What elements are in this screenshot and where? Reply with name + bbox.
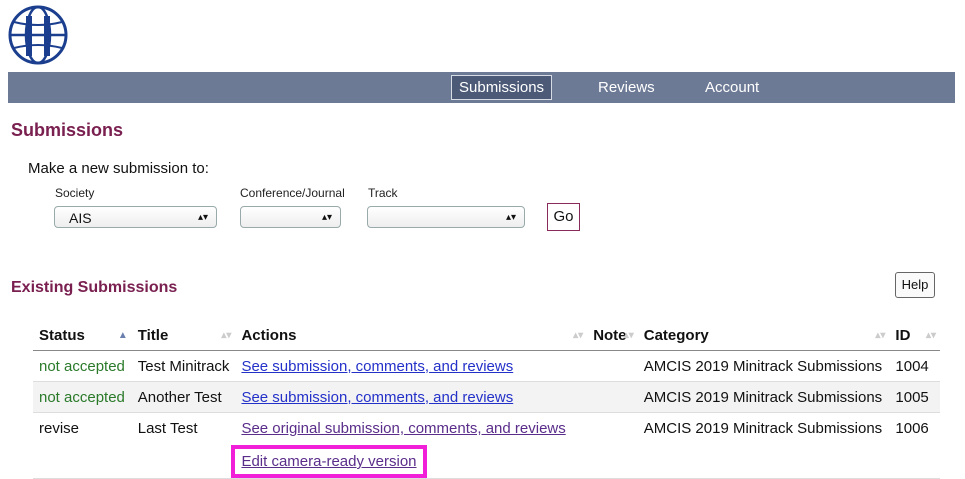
row-note — [587, 412, 638, 479]
new-submission-prompt: Make a new submission to: — [28, 160, 209, 177]
main-navbar: Submissions Reviews Account — [8, 72, 955, 103]
see-submission-link[interactable]: See submission, comments, and reviews — [241, 358, 513, 375]
nav-reviews[interactable]: Reviews — [598, 76, 655, 99]
table-row: revise Last Test See original submission… — [33, 412, 940, 479]
row-category: AMCIS 2019 Minitrack Submissions — [637, 412, 890, 479]
edit-camera-ready-link[interactable]: Edit camera-ready version — [241, 453, 416, 470]
row-id: 1004 — [889, 350, 940, 382]
row-id: 1005 — [889, 381, 940, 413]
col-title[interactable]: Title ▴▾ — [131, 320, 236, 351]
sort-icon: ▴▾ — [573, 330, 584, 341]
row-category: AMCIS 2019 Minitrack Submissions — [637, 381, 890, 413]
select-arrows-icon: ▴▾ — [197, 212, 208, 223]
page-title: Submissions — [11, 120, 124, 140]
conference-select[interactable]: ▴▾ — [240, 206, 341, 228]
col-status[interactable]: Status ▲ — [33, 320, 132, 351]
select-arrows-icon: ▴▾ — [505, 212, 516, 223]
row-id: 1006 — [889, 412, 940, 479]
sort-icon: ▴▾ — [221, 330, 232, 341]
highlight-box: Edit camera-ready version — [231, 445, 427, 478]
row-note — [587, 381, 638, 413]
col-id[interactable]: ID ▴▾ — [889, 320, 940, 351]
row-category: AMCIS 2019 Minitrack Submissions — [637, 350, 890, 382]
society-select[interactable]: AIS ▴▾ — [54, 206, 217, 228]
row-status: not accepted — [33, 381, 132, 413]
society-label: Society — [55, 186, 95, 200]
row-title: Test Minitrack — [131, 350, 236, 382]
sort-icon: ▴▾ — [875, 330, 886, 341]
col-category[interactable]: Category ▴▾ — [637, 320, 890, 351]
conference-label: Conference/Journal — [240, 186, 345, 200]
track-label: Track — [368, 186, 398, 200]
row-status: revise — [33, 412, 132, 479]
existing-submissions-heading: Existing Submissions — [11, 279, 178, 296]
go-button[interactable]: Go — [547, 203, 580, 231]
col-actions[interactable]: Actions ▴▾ — [235, 320, 588, 351]
nav-submissions[interactable]: Submissions — [451, 75, 553, 100]
row-title: Last Test — [131, 412, 236, 479]
see-original-submission-link[interactable]: See original submission, comments, and r… — [241, 420, 565, 437]
table-row: not accepted Test Minitrack See submissi… — [33, 350, 940, 382]
row-title: Another Test — [131, 381, 236, 413]
nav-account[interactable]: Account — [705, 76, 759, 99]
row-note — [587, 350, 638, 382]
row-actions: See submission, comments, and reviews — [235, 381, 588, 413]
row-actions: See original submission, comments, and r… — [231, 412, 588, 479]
sort-asc-icon: ▲ — [117, 330, 128, 341]
society-select-value: AIS — [69, 210, 92, 226]
row-actions: See submission, comments, and reviews — [235, 350, 588, 382]
sort-icon: ▴▾ — [623, 330, 634, 341]
track-select[interactable]: ▴▾ — [367, 206, 525, 228]
row-status: not accepted — [33, 350, 132, 382]
table-row: not accepted Another Test See submission… — [33, 381, 940, 413]
select-arrows-icon: ▴▾ — [321, 212, 332, 223]
see-submission-link[interactable]: See submission, comments, and reviews — [241, 389, 513, 406]
col-note[interactable]: Note ▴▾ — [587, 320, 638, 351]
help-button[interactable]: Help — [895, 272, 935, 298]
submissions-table: Status ▲ Title ▴▾ Actions ▴▾ Note ▴▾ Categor… — [33, 320, 940, 479]
sort-icon: ▴▾ — [925, 330, 936, 341]
ais-logo — [8, 5, 68, 65]
